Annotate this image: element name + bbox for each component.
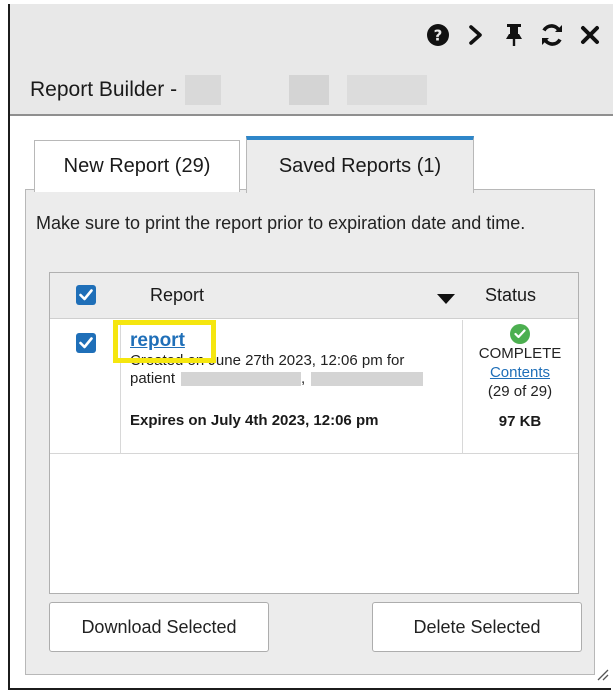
redacted-block <box>311 372 424 387</box>
contents-count: (29 of 29) <box>487 383 553 400</box>
status-column-header[interactable]: Status <box>485 285 536 306</box>
report-column-header[interactable]: Report <box>150 285 204 306</box>
saved-reports-table: Report Status Created on June 27th 2023,… <box>49 272 579 594</box>
status-label: COMPLETE <box>478 345 562 362</box>
refresh-icon[interactable] <box>537 20 567 50</box>
report-builder-panel: ? Report Builder - New Report (29) Saved… <box>8 4 613 690</box>
redacted-block <box>185 75 222 105</box>
expiration-notice: Make sure to print the report prior to e… <box>36 213 526 233</box>
close-icon[interactable] <box>575 20 605 50</box>
contents-link[interactable]: Contents <box>463 363 577 382</box>
pin-icon[interactable] <box>499 20 529 50</box>
patient-label: patient <box>130 370 176 387</box>
download-selected-button[interactable]: Download Selected <box>49 602 269 652</box>
sort-desc-icon[interactable] <box>437 294 455 304</box>
panel-header: ? Report Builder - <box>10 4 613 116</box>
check-circle-icon <box>510 324 530 344</box>
redacted-block <box>347 75 428 105</box>
patient-separator: , <box>301 370 306 387</box>
redacted-block <box>181 372 302 387</box>
tab-saved-reports[interactable]: Saved Reports (1) <box>246 136 474 193</box>
title-row: Report Builder - <box>30 74 428 106</box>
chevron-right-icon[interactable] <box>461 20 491 50</box>
status-cell: COMPLETE Contents (29 of 29) 97 KB <box>463 324 577 430</box>
table-header: Report Status <box>50 273 578 319</box>
row-checkbox[interactable] <box>76 333 96 353</box>
table-row: Created on June 27th 2023, 12:06 pm for … <box>50 320 578 454</box>
panel-body: New Report (29) Saved Reports (1) Make s… <box>10 116 611 688</box>
header-toolbar: ? <box>415 20 605 50</box>
delete-selected-button[interactable]: Delete Selected <box>372 602 582 652</box>
panel-title: Report Builder - <box>30 78 178 101</box>
redacted-block <box>289 75 330 105</box>
svg-text:?: ? <box>434 27 443 45</box>
help-icon[interactable]: ? <box>423 20 453 50</box>
select-all-checkbox[interactable] <box>76 285 96 305</box>
expires-text: Expires on July 4th 2023, 12:06 pm <box>130 412 379 429</box>
highlight-box <box>113 320 216 363</box>
resize-handle[interactable] <box>595 667 609 686</box>
tab-new-report[interactable]: New Report (29) <box>34 140 240 192</box>
file-size: 97 KB <box>498 413 542 430</box>
